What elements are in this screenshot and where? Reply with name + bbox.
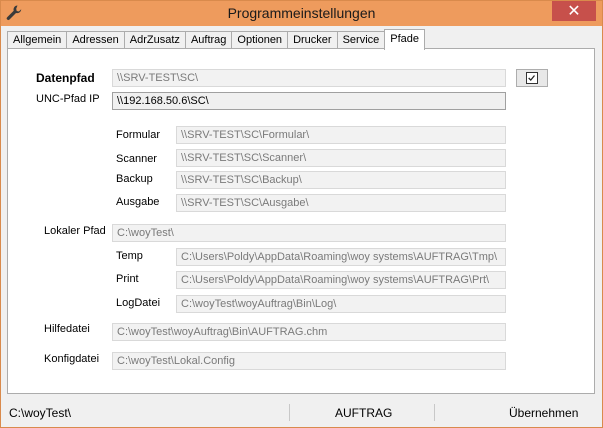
tab-optionen[interactable]: Optionen [231,31,289,49]
backup-field[interactable]: \\SRV-TEST\SC\Backup\ [176,171,506,189]
tab-adrzusatz[interactable]: AdrZusatz [123,31,186,49]
ausgabe-field[interactable]: \\SRV-TEST\SC\Ausgabe\ [176,194,506,212]
tab-auftrag[interactable]: Auftrag [184,31,233,49]
status-path: C:\woyTest\ [9,406,72,420]
tab-pfade[interactable]: Pfade [384,29,426,50]
hilfedatei-field[interactable]: C:\woyTest\woyAuftrag\Bin\AUFTRAG.chm [112,323,506,341]
tab-drucker[interactable]: Drucker [287,31,338,49]
konfigdatei-field[interactable]: C:\woyTest\Lokal.Config [112,352,506,370]
check-icon [528,75,535,82]
tab-bar: Allgemein Adressen AdrZusatz Auftrag Opt… [7,29,426,50]
pfade-panel: Datenpfad \\SRV-TEST\SC\ UNC-Pfad IP \\1… [7,48,595,394]
unc-label: UNC-Pfad IP [36,93,100,105]
logdatei-field[interactable]: C:\woyTest\woyAuftrag\Bin\Log\ [176,295,506,313]
print-field[interactable]: C:\Users\Poldy\AppData\Roaming\woy syste… [176,271,506,289]
apply-button[interactable]: Übernehmen [509,406,578,420]
close-button[interactable]: ✕ [552,1,596,21]
konfigdatei-label: Konfigdatei [44,353,100,365]
formular-field[interactable]: \\SRV-TEST\SC\Formular\ [176,126,506,144]
temp-field[interactable]: C:\Users\Poldy\AppData\Roaming\woy syste… [176,248,506,266]
ausgabe-label: Ausgabe [116,196,160,208]
checkbox[interactable] [526,72,538,84]
datenpfad-label: Datenpfad [36,71,95,85]
status-separator [289,404,290,421]
datenpfad-field[interactable]: \\SRV-TEST\SC\ [112,69,506,87]
backup-label: Backup [116,173,153,185]
tab-allgemein[interactable]: Allgemein [7,31,68,49]
hilfedatei-label: Hilfedatei [44,323,90,335]
window-title: Programmeinstellungen [227,5,376,21]
lokaler-pfad-field[interactable]: C:\woyTest\ [112,224,506,242]
temp-label: Temp [116,250,143,262]
tab-adressen[interactable]: Adressen [66,31,125,49]
scanner-field[interactable]: \\SRV-TEST\SC\Scanner\ [176,149,506,167]
tab-service[interactable]: Service [336,31,386,49]
lokaler-pfad-label: Lokaler Pfad [44,225,106,237]
datenpfad-check-button[interactable] [516,69,548,87]
unc-input[interactable]: \\192.168.50.6\SC\ [112,92,506,110]
scanner-label: Scanner [116,153,157,165]
print-label: Print [116,273,139,285]
status-app: AUFTRAG [335,406,393,420]
title-bar: Programmeinstellungen ✕ [1,1,602,26]
status-bar: C:\woyTest\ AUFTRAG Übernehmen [1,398,602,427]
logdatei-label: LogDatei [116,297,161,309]
formular-label: Formular [116,129,161,141]
status-separator [434,404,435,421]
settings-window: Programmeinstellungen ✕ Allgemein Adress… [0,0,603,428]
